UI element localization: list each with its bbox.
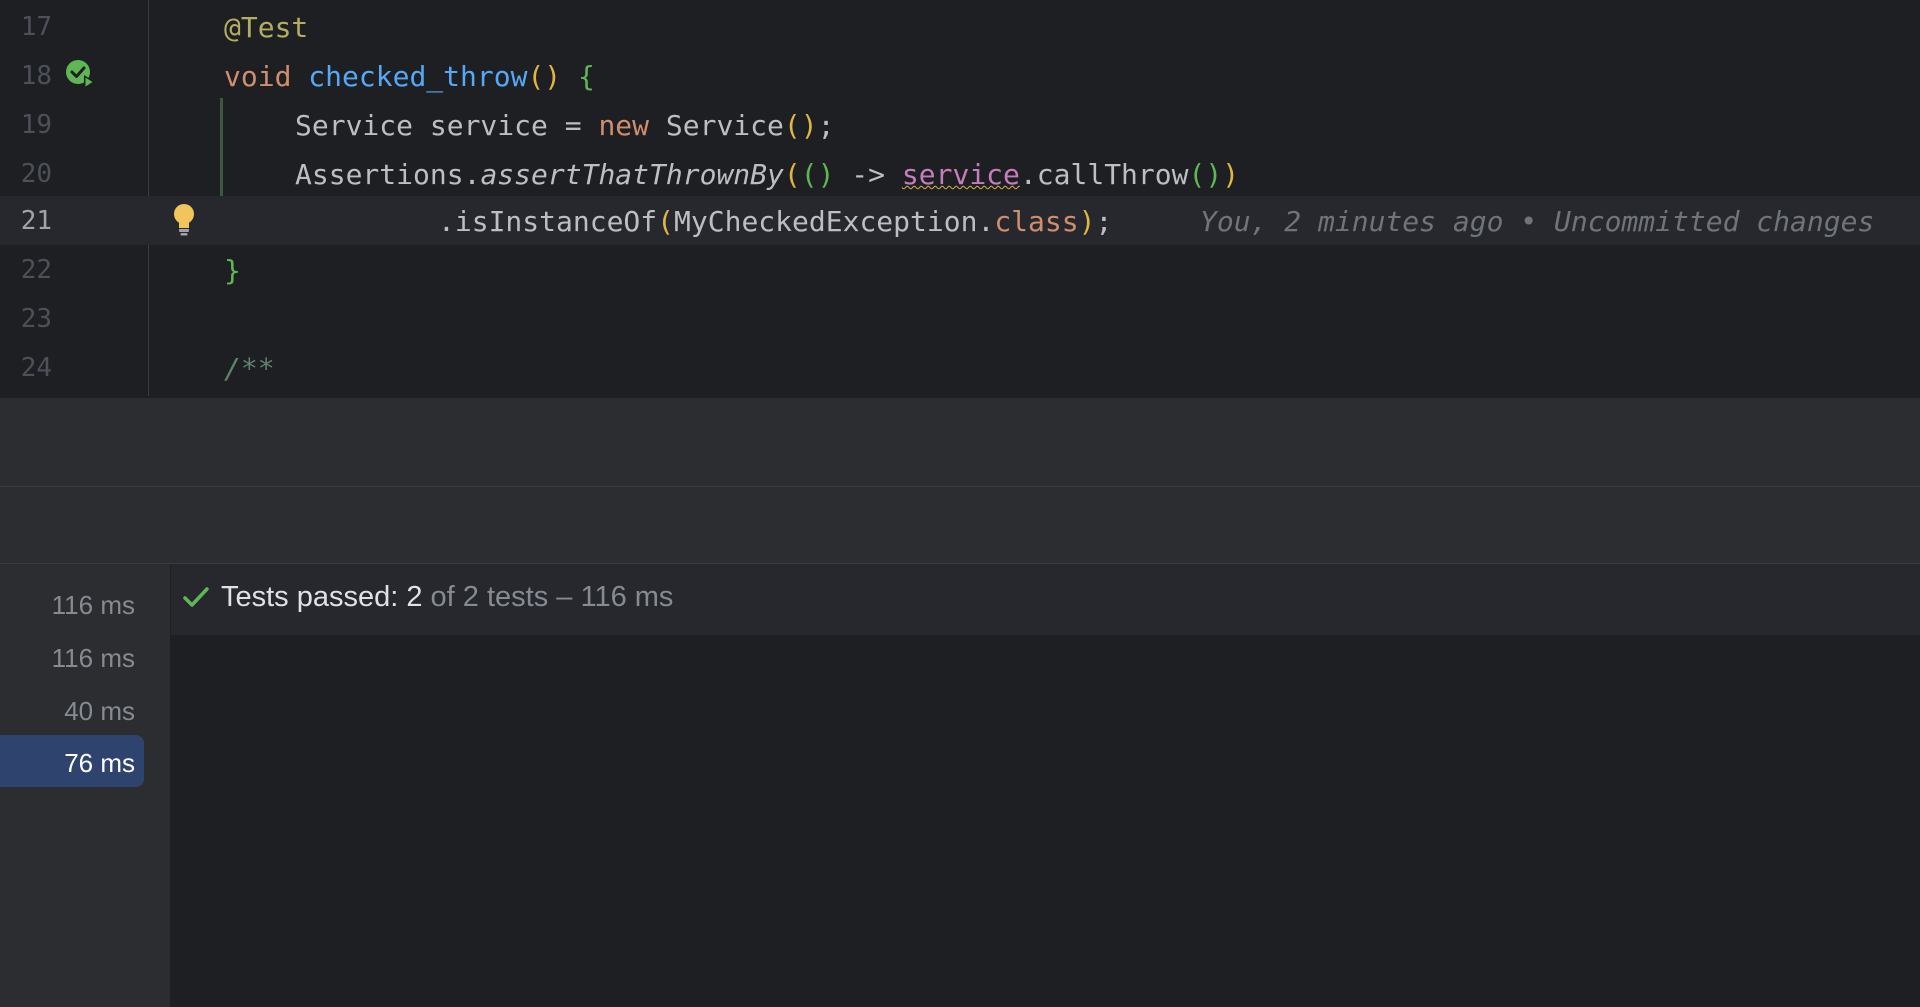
code-token: ( xyxy=(657,205,675,238)
test-tree-row[interactable]: 116 ms xyxy=(0,577,144,629)
code-line[interactable]: 24 /** xyxy=(0,343,1920,392)
tool-window-header xyxy=(0,487,1920,564)
code-token: .isInstanceOf xyxy=(438,205,658,238)
line-number: 24 xyxy=(20,353,52,383)
code-line[interactable]: 23 xyxy=(0,294,1920,343)
test-status-bar: Tests passed: 2 of 2 tests – 116 ms xyxy=(171,564,1920,635)
test-duration: 116 ms xyxy=(51,643,135,673)
line-number: 20 xyxy=(20,159,52,189)
code-token: Service service = xyxy=(295,109,599,142)
code-token: ; xyxy=(817,109,835,142)
code-token: ) xyxy=(1078,205,1096,238)
test-console[interactable]: Tests passed: 2 of 2 tests – 116 ms xyxy=(171,564,1920,1007)
code-token: assertThatThrownBy xyxy=(480,158,784,191)
test-duration: 40 ms xyxy=(64,696,135,726)
code-text: .isInstanceOf(MyCheckedException.class); xyxy=(438,205,1112,238)
code-text: /** xyxy=(224,352,275,385)
code-token: -> xyxy=(834,158,902,191)
code-token: ; xyxy=(1095,205,1113,238)
test-tree-row[interactable]: 40 ms xyxy=(0,683,144,735)
code-line-current[interactable]: 21 .isInstanceOf(MyCheckedException.clas… xyxy=(0,196,1920,245)
run-test-passed-icon[interactable] xyxy=(64,58,98,92)
test-tree-row-selected[interactable]: 76 ms xyxy=(0,735,144,787)
code-line[interactable]: 19 Service service = new Service(); xyxy=(0,100,1920,149)
code-editor[interactable]: 17 @Test 18 void checked_throw() { 19 Se… xyxy=(0,0,1920,398)
tests-summary-label: of 2 tests – 116 ms xyxy=(422,581,674,613)
line-number: 18 xyxy=(20,61,52,91)
code-token: Assertions. xyxy=(295,158,481,191)
line-number: 21 xyxy=(20,206,52,236)
code-line[interactable]: 18 void checked_throw() { xyxy=(0,51,1920,100)
test-results-tree[interactable]: 116 ms 116 ms 40 ms 76 ms xyxy=(0,564,171,1007)
code-token: /** xyxy=(224,352,275,385)
test-duration: 76 ms xyxy=(64,748,135,778)
lightbulb-icon[interactable] xyxy=(172,203,196,237)
line-number: 17 xyxy=(20,12,52,42)
code-token: ( xyxy=(783,158,801,191)
code-text: @Test xyxy=(224,11,308,44)
code-token: ) xyxy=(1222,158,1240,191)
editor-bottom-panel xyxy=(0,398,1920,487)
code-token: service xyxy=(901,158,1020,191)
line-number: 19 xyxy=(20,110,52,140)
code-line[interactable]: 17 @Test xyxy=(0,2,1920,51)
code-token: checked_throw xyxy=(308,60,528,93)
code-token: @Test xyxy=(224,11,309,44)
code-token: { xyxy=(578,60,595,93)
line-number: 23 xyxy=(20,304,52,334)
code-token: () xyxy=(527,60,579,93)
code-token: () xyxy=(1188,158,1223,191)
line-number: 22 xyxy=(20,255,52,285)
code-token: MyCheckedException. xyxy=(674,205,995,238)
code-token: () xyxy=(783,109,818,142)
code-token: new xyxy=(598,109,666,142)
test-tree-row[interactable]: 116 ms xyxy=(0,630,144,682)
test-status-text: Tests passed: 2 of 2 tests – 116 ms xyxy=(221,581,673,614)
inline-blame: You, 2 minutes ago • Uncommitted changes xyxy=(1200,205,1875,238)
code-token: Service xyxy=(665,109,784,142)
code-token: void xyxy=(224,60,309,93)
code-token: .callThrow xyxy=(1019,158,1189,191)
code-token: } xyxy=(224,254,241,287)
tests-passed-label: Tests passed: 2 xyxy=(221,581,423,613)
code-line[interactable]: 20 Assertions.assertThatThrownBy(() -> s… xyxy=(0,149,1920,198)
code-token: () xyxy=(800,158,835,191)
code-token: class xyxy=(994,205,1079,238)
code-text: Assertions.assertThatThrownBy(() -> serv… xyxy=(295,158,1239,191)
code-text: void checked_throw() { xyxy=(224,60,595,93)
code-text: } xyxy=(224,254,241,287)
check-icon xyxy=(183,587,209,607)
code-text: Service service = new Service(); xyxy=(295,109,834,142)
code-line[interactable]: 22 } xyxy=(0,245,1920,294)
test-duration: 116 ms xyxy=(51,590,135,620)
